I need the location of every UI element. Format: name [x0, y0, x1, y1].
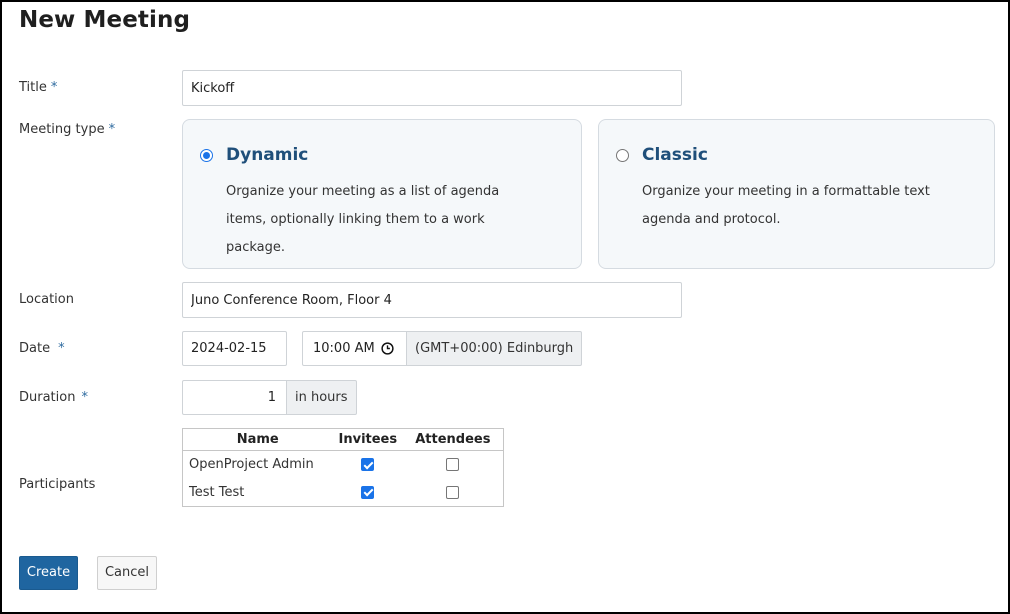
time-input-group: 10:00 AM (GMT+00:00) Edinburgh — [302, 331, 583, 366]
time-input[interactable]: 10:00 AM — [302, 331, 407, 366]
location-input[interactable] — [182, 282, 682, 318]
required-marker: * — [81, 390, 88, 405]
participant-name: Test Test — [189, 484, 245, 500]
date-label: Date * — [19, 341, 65, 356]
new-meeting-form: New Meeting Title* Meeting type* Dynamic… — [0, 0, 1010, 614]
duration-unit: in hours — [287, 380, 357, 415]
required-marker: * — [58, 341, 65, 356]
cancel-button[interactable]: Cancel — [97, 556, 157, 590]
meeting-type-card-dynamic[interactable]: Dynamic Organize your meeting as a list … — [182, 119, 582, 269]
duration-input[interactable]: 1 — [182, 380, 287, 415]
required-marker: * — [50, 80, 58, 95]
title-input[interactable] — [182, 70, 682, 106]
clock-icon[interactable] — [381, 342, 394, 355]
attendee-checkbox[interactable] — [446, 485, 460, 499]
meeting-type-label: Meeting type * — [19, 122, 116, 137]
attendee-checkbox[interactable] — [446, 458, 460, 472]
title-label: Title * — [19, 80, 58, 95]
date-input[interactable]: 2024-02-15 — [182, 331, 287, 366]
dynamic-radio[interactable] — [200, 149, 213, 162]
timezone-label: (GMT+00:00) Edinburgh — [407, 331, 583, 366]
create-button[interactable]: Create — [19, 556, 78, 590]
column-header-name: Name — [182, 428, 333, 451]
column-header-attendees: Attendees — [403, 428, 504, 451]
location-label: Location — [19, 292, 74, 307]
invitee-checkbox[interactable] — [361, 458, 375, 472]
column-header-invitees: Invitees — [332, 428, 404, 451]
required-marker: * — [108, 122, 116, 137]
classic-card-description: Organize your meeting in a formattable t… — [642, 184, 930, 227]
duration-label: Duration * — [19, 390, 88, 405]
participants-label: Participants — [19, 477, 96, 492]
page-title: New Meeting — [19, 7, 191, 33]
table-row: OpenProject Admin — [183, 451, 504, 479]
invitee-checkbox[interactable] — [361, 485, 375, 499]
duration-input-group: 1 in hours — [182, 380, 357, 415]
dynamic-card-title: Dynamic — [226, 145, 309, 165]
meeting-type-card-classic[interactable]: Classic Organize your meeting in a forma… — [598, 119, 995, 269]
classic-radio[interactable] — [616, 149, 629, 162]
time-value: 10:00 AM — [313, 341, 375, 356]
table-row: Test Test — [183, 479, 504, 507]
participants-table: Name Invitees Attendees OpenProject Admi… — [182, 428, 504, 507]
participant-name: OpenProject Admin — [189, 457, 314, 473]
classic-card-title: Classic — [642, 145, 708, 165]
dynamic-card-description: Organize your meeting as a list of agend… — [226, 184, 500, 255]
